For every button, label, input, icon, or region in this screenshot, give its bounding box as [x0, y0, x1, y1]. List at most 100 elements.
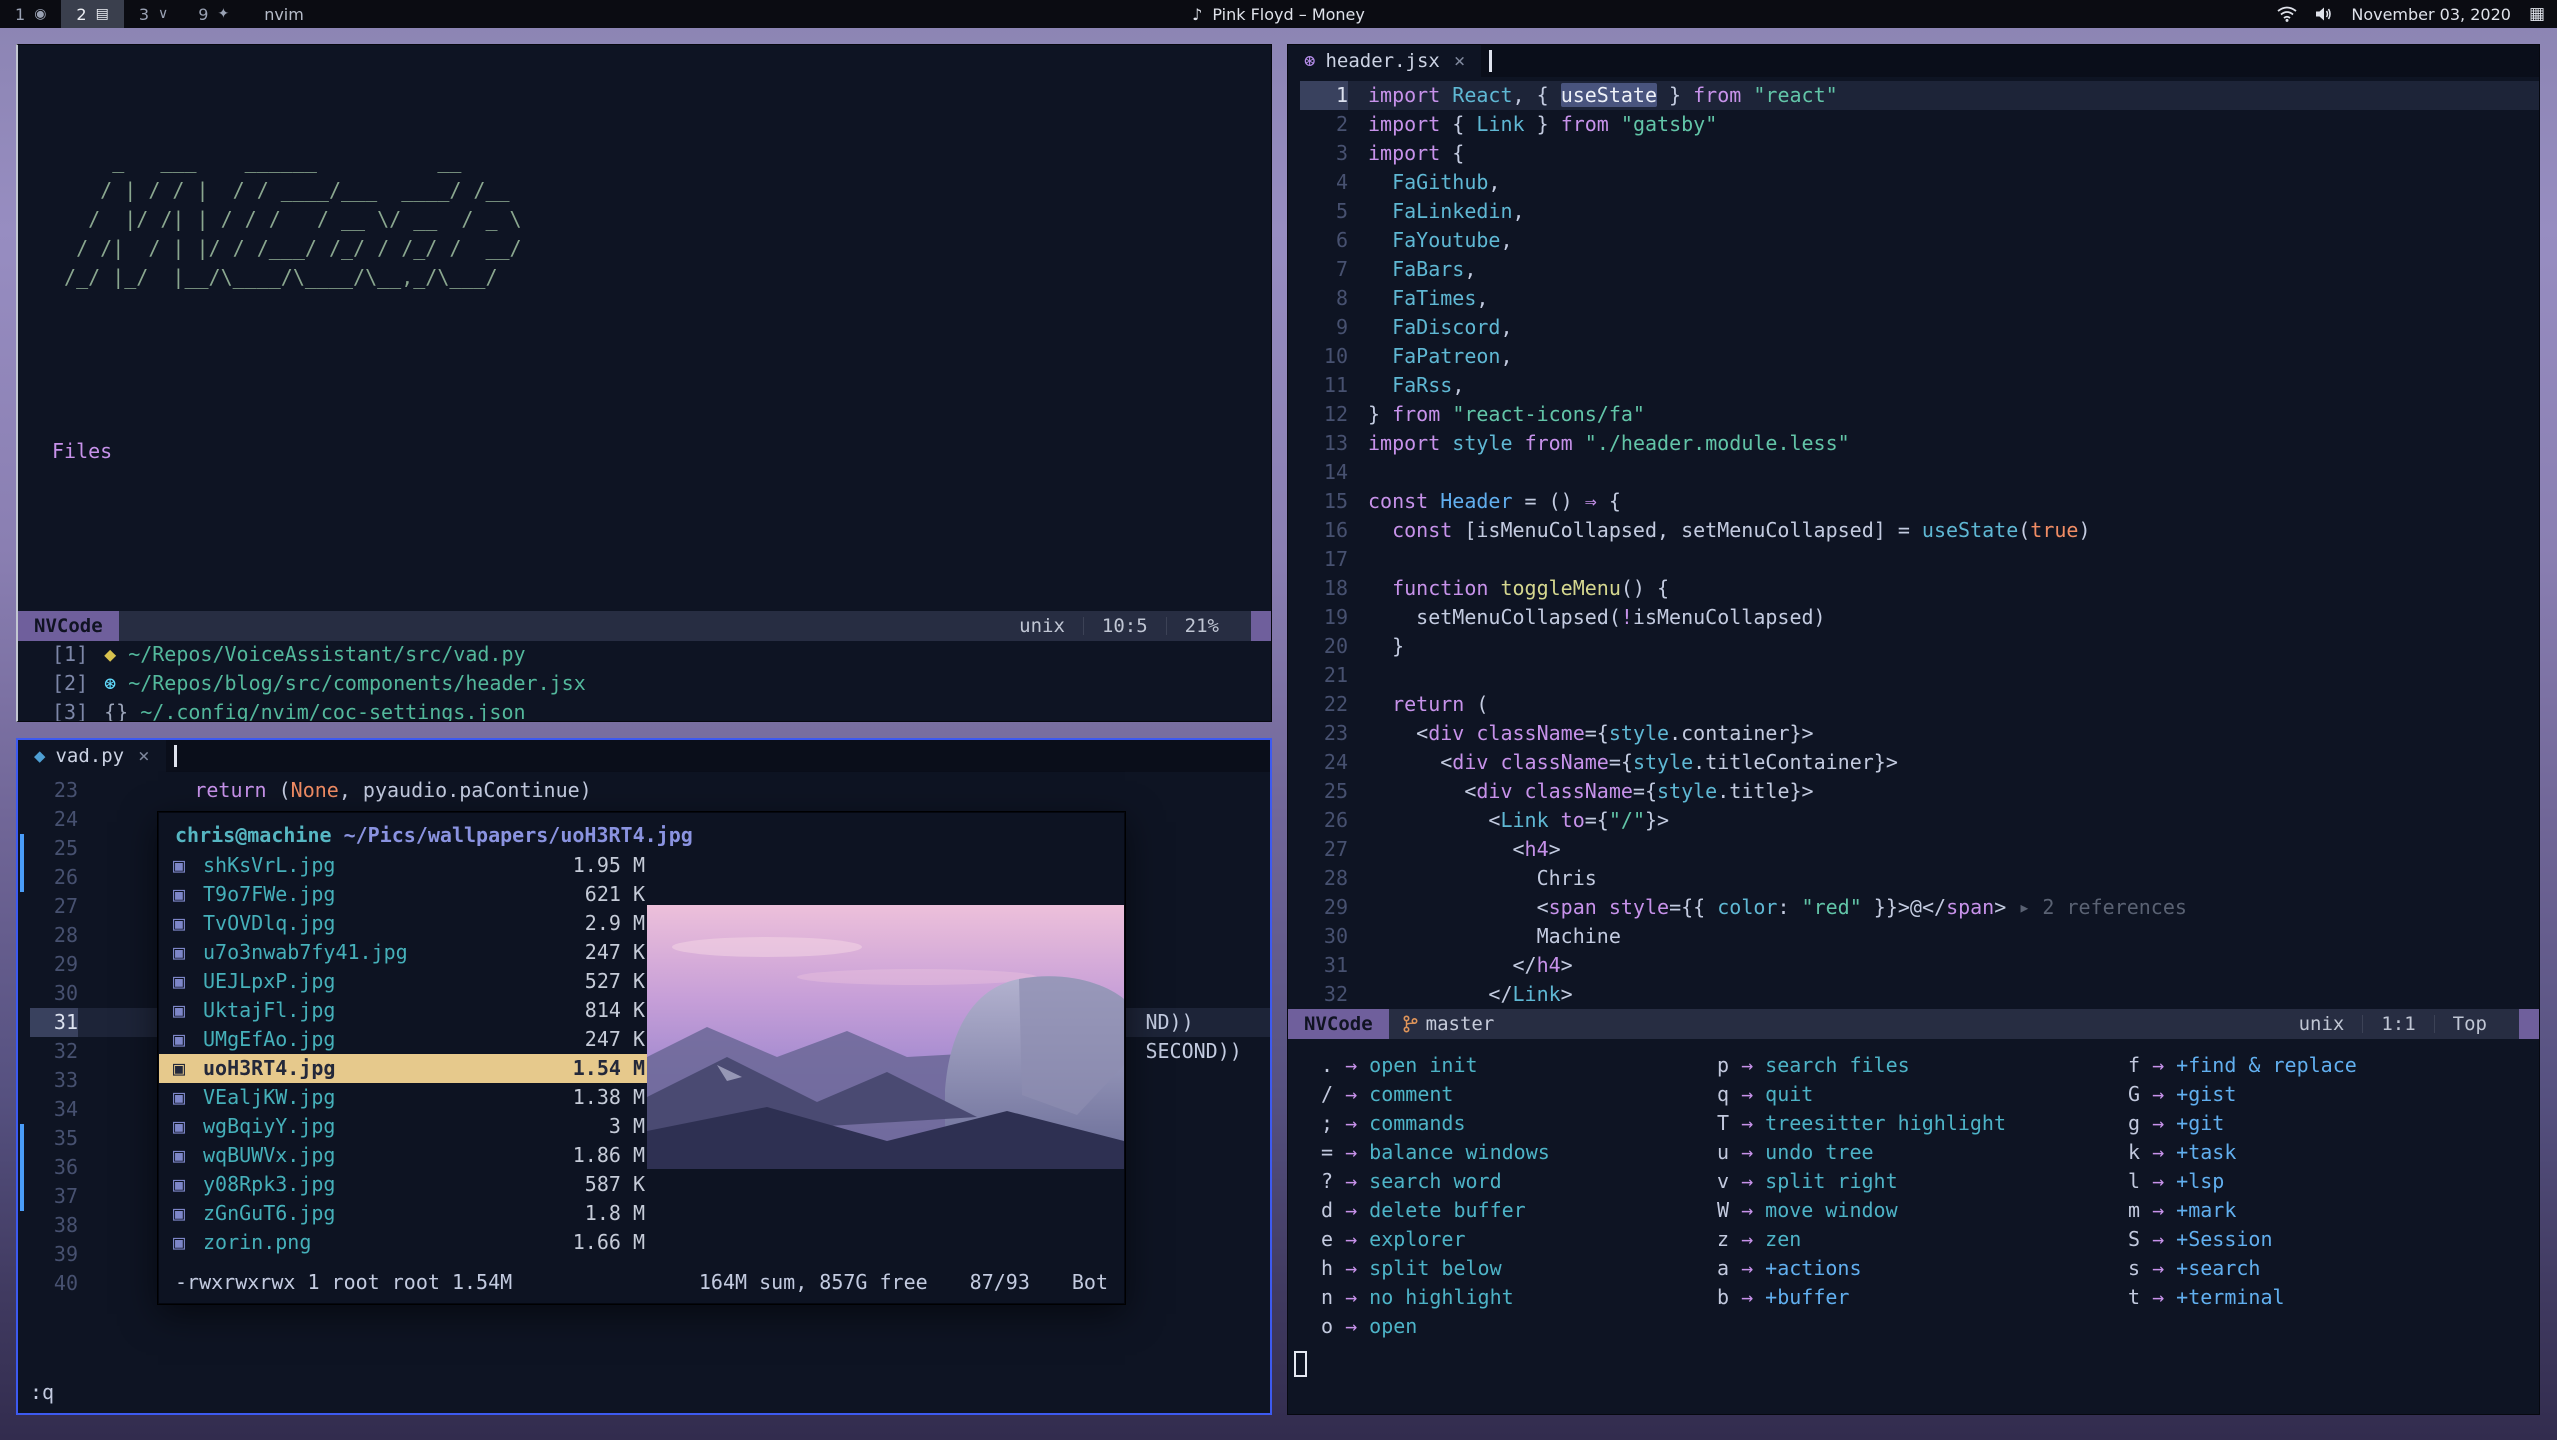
code-line: 6 FaYoutube, [1300, 226, 2539, 255]
line-number: 18 [1300, 574, 1348, 603]
statusline: NVCode unix10:521% [18, 611, 1271, 641]
which-key-item[interactable]: f → +find & replace [2128, 1051, 2539, 1080]
startify-entry[interactable]: [3]{}~/.config/nvim/coc-settings.json [52, 698, 1271, 722]
file-path: ~/.config/nvim/coc-settings.json [140, 698, 525, 722]
which-key-item[interactable]: = → balance windows [1321, 1138, 1717, 1167]
which-key-item[interactable]: l → +lsp [2128, 1167, 2539, 1196]
which-key-item[interactable]: G → +gist [2128, 1080, 2539, 1109]
which-key-item[interactable]: S → +Session [2128, 1225, 2539, 1254]
which-key-item[interactable]: s → +search [2128, 1254, 2539, 1283]
workspace-icon: ▤ [96, 6, 109, 22]
which-key-item[interactable]: g → +git [2128, 1109, 2539, 1138]
popup-file-row[interactable]: ▣wgBqiyY.jpg3 M [159, 1112, 659, 1141]
popup-file-row[interactable]: ▣zorin.png1.66 M [159, 1228, 659, 1257]
which-key-item[interactable]: p → search files [1717, 1051, 2128, 1080]
line-number: 20 [1300, 632, 1348, 661]
file-name: wgBqiyY.jpg [203, 1112, 553, 1141]
which-key-item[interactable]: v → split right [1717, 1167, 2128, 1196]
which-key-item[interactable]: . → open init [1321, 1051, 1717, 1080]
which-key-key: = [1321, 1140, 1333, 1164]
jsx-code[interactable]: 1import React, { useState } from "react"… [1288, 77, 2539, 1009]
tab-vad-py[interactable]: ◆ vad.py × [18, 740, 166, 772]
workspace-button-1[interactable]: 1◉ [0, 0, 61, 28]
tab-close-icon[interactable]: × [1454, 47, 1465, 76]
which-key-key: h [1321, 1256, 1333, 1280]
popup-foot-item: 87/93 [970, 1268, 1030, 1297]
popup-file-row[interactable]: ▣shKsVrL.jpg1.95 M [159, 851, 659, 880]
which-key-item[interactable]: z → zen [1717, 1225, 2128, 1254]
which-key-item[interactable]: a → +actions [1717, 1254, 2128, 1283]
which-key-item[interactable]: o → open [1321, 1312, 1717, 1341]
popup-file-row[interactable]: ▣VEaljKW.jpg1.38 M [159, 1083, 659, 1112]
which-key-item[interactable]: m → +mark [2128, 1196, 2539, 1225]
workspace-button-9[interactable]: 9✦ [183, 0, 244, 28]
tabbar: ◆ vad.py × [18, 740, 1270, 772]
popup-file-row[interactable]: ▣y08Rpk3.jpg587 K [159, 1170, 659, 1199]
file-size: 1.38 M [553, 1083, 645, 1112]
line-number: 30 [1300, 922, 1348, 951]
which-key-key: S [2128, 1227, 2140, 1251]
which-key-key: p [1717, 1053, 1729, 1077]
which-key-item[interactable]: k → +task [2128, 1138, 2539, 1167]
which-key-item[interactable]: W → move window [1717, 1196, 2128, 1225]
which-key-item[interactable]: u → undo tree [1717, 1138, 2128, 1167]
which-key-item[interactable]: t → +terminal [2128, 1283, 2539, 1312]
ascii-logo: _ ___ ______ __ / | / / | / / ____/___ _… [52, 147, 1271, 292]
popup-file-row[interactable]: ▣UktajFl.jpg814 K [159, 996, 659, 1025]
which-key-item[interactable]: q → quit [1717, 1080, 2128, 1109]
which-key-key: q [1717, 1082, 1729, 1106]
jsx-editor-window: ⊛ header.jsx × 1import React, { useState… [1287, 44, 2540, 1415]
which-key-item[interactable]: d → delete buffer [1321, 1196, 1717, 1225]
tab-header-jsx[interactable]: ⊛ header.jsx × [1288, 45, 1481, 77]
image-preview [647, 905, 1124, 1169]
file-size: 3 M [553, 1112, 645, 1141]
which-key-item[interactable]: / → comment [1321, 1080, 1717, 1109]
which-key-key: l [2128, 1169, 2140, 1193]
line-number: 1 [1300, 81, 1348, 110]
arrow-icon: → [2140, 1140, 2176, 1164]
popup-file-row[interactable]: ▣uoH3RT4.jpg1.54 M [159, 1054, 659, 1083]
workspace-icon: ◉ [34, 6, 46, 22]
workspace-button-3[interactable]: 3∨ [124, 0, 183, 28]
which-key-item[interactable]: b → +buffer [1717, 1283, 2128, 1312]
file-size: 814 K [553, 996, 645, 1025]
arrow-icon: → [1333, 1053, 1369, 1077]
git-branch-name: master [1426, 1010, 1495, 1039]
which-key-label: open [1369, 1314, 1417, 1338]
git-sign [20, 863, 24, 892]
which-key-item[interactable]: h → split below [1321, 1254, 1717, 1283]
mode-label: NVCode [1288, 1009, 1389, 1039]
startify-entry[interactable]: [2]⊛~/Repos/blog/src/components/header.j… [52, 669, 1271, 698]
arrow-icon: → [1333, 1256, 1369, 1280]
code-line: 7 FaBars, [1300, 255, 2539, 284]
which-key-item[interactable]: ? → search word [1321, 1167, 1717, 1196]
popup-path-file: uoH3RT4.jpg [560, 823, 692, 847]
popup-file-row[interactable]: ▣wqBUWVx.jpg1.86 M [159, 1141, 659, 1170]
line-number: 27 [30, 892, 78, 921]
which-key-item[interactable]: T → treesitter highlight [1717, 1109, 2128, 1138]
code-line: 22 return ( [1300, 690, 2539, 719]
workspace-button-2[interactable]: 2▤ [61, 0, 123, 28]
which-key-label: +gist [2176, 1082, 2236, 1106]
popup-file-row[interactable]: ▣u7o3nwab7fy41.jpg247 K [159, 938, 659, 967]
ascii-art-line: _ ___ ______ __ [52, 147, 1271, 176]
which-key-label: +buffer [1765, 1285, 1849, 1309]
which-key-item[interactable]: n → no highlight [1321, 1283, 1717, 1312]
tab-close-icon[interactable]: × [138, 742, 149, 771]
workspace-list: 1◉2▤3∨9✦ [0, 0, 244, 28]
popup-file-row[interactable]: ▣TvOVDlq.jpg2.9 M [159, 909, 659, 938]
line-number: 32 [1300, 980, 1348, 1009]
line-number: 34 [30, 1095, 78, 1124]
popup-file-row[interactable]: ▣UMgEfAo.jpg247 K [159, 1025, 659, 1054]
line-number: 33 [30, 1066, 78, 1095]
which-key-key: t [2128, 1285, 2140, 1309]
popup-file-row[interactable]: ▣zGnGuT6.jpg1.8 M [159, 1199, 659, 1228]
startify-entry[interactable]: [1]◆~/Repos/VoiceAssistant/src/vad.py [52, 640, 1271, 669]
popup-file-row[interactable]: ▣UEJLpxP.jpg527 K [159, 967, 659, 996]
which-key-item[interactable]: ; → commands [1321, 1109, 1717, 1138]
startify-window: _ ___ ______ __ / | / / | / / ____/___ _… [16, 44, 1272, 722]
which-key-item[interactable]: e → explorer [1321, 1225, 1717, 1254]
popup-file-row[interactable]: ▣T9o7FWe.jpg621 K [159, 880, 659, 909]
arrow-icon: → [1333, 1111, 1369, 1135]
arrow-icon: → [1729, 1198, 1765, 1222]
